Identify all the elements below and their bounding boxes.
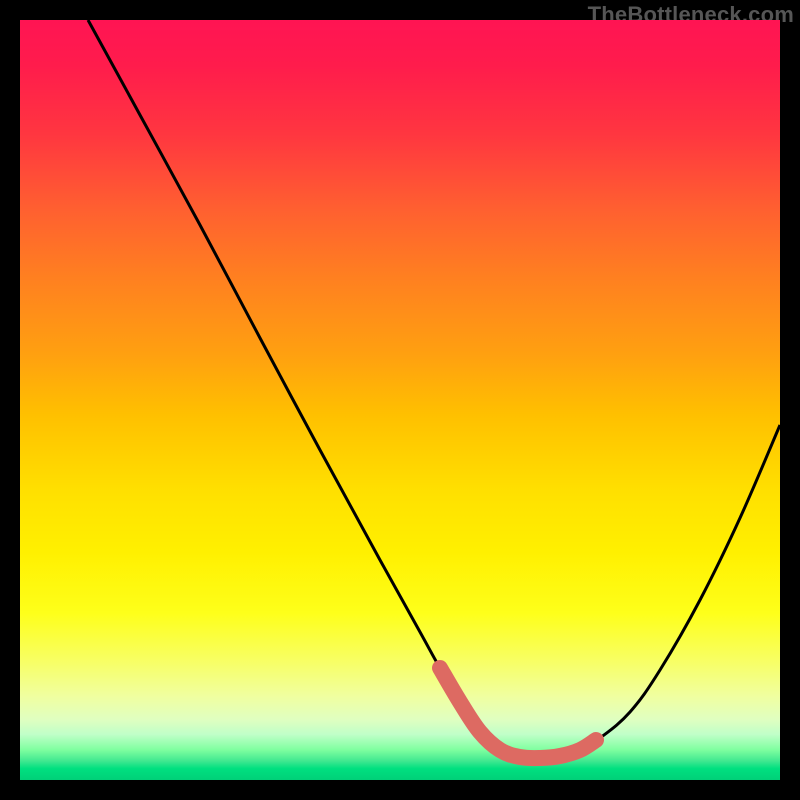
curve-layer [20, 20, 780, 780]
optimal-zone [440, 668, 596, 758]
plot-area [20, 20, 780, 780]
bottleneck-curve [88, 20, 780, 758]
chart-frame: TheBottleneck.com [0, 0, 800, 800]
